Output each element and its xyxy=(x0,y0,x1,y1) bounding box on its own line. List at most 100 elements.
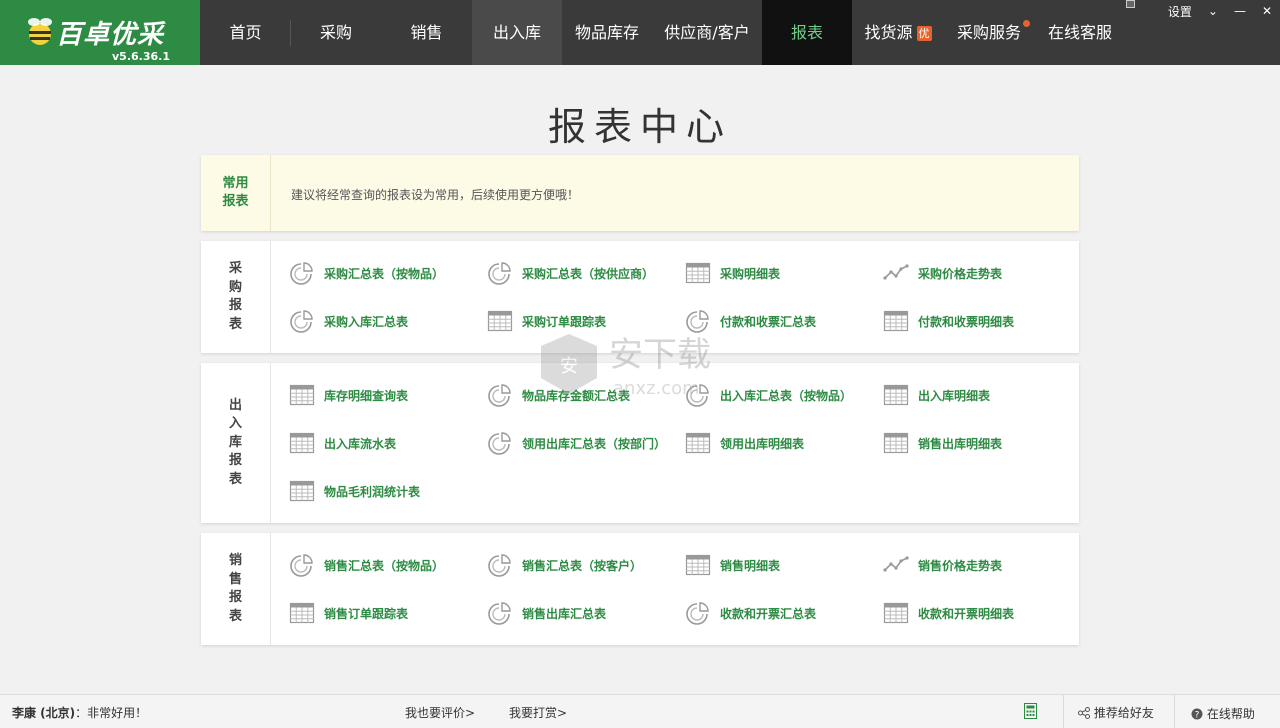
bee-logo-icon xyxy=(28,18,52,45)
report-label: 销售出库明细表 xyxy=(918,436,1003,451)
pie-chart-icon xyxy=(290,262,313,285)
side-char: 购 xyxy=(228,279,242,295)
side-char: 报 xyxy=(228,590,242,605)
pie-chart-icon xyxy=(488,262,511,285)
nav-home[interactable]: 首页 xyxy=(200,0,291,65)
table-grid-icon xyxy=(685,554,711,576)
report-link[interactable]: 采购汇总表（按供应商） xyxy=(487,259,654,287)
section-side-label: 采购报表 xyxy=(201,241,271,353)
page-title: 报表中心 xyxy=(547,105,732,149)
watermark-text: 安下载 xyxy=(609,335,711,375)
report-link[interactable]: 销售明细表 xyxy=(685,551,780,579)
side-char: 表 xyxy=(228,608,242,624)
nav-inventory[interactable]: 物品库存 xyxy=(562,0,652,65)
report-label: 销售汇总表（按物品） xyxy=(324,558,445,573)
report-link[interactable]: 库存明细查询表 xyxy=(289,381,408,409)
report-link[interactable]: 收款和开票汇总表 xyxy=(685,599,816,627)
line-trend-icon xyxy=(883,556,909,572)
pie-chart-icon xyxy=(290,310,313,333)
youxuan-badge: 优 xyxy=(916,26,932,41)
nav-label: 出入库 xyxy=(492,23,541,42)
chevron-down-icon[interactable]: ⌄ xyxy=(1200,4,1226,18)
report-link[interactable]: 采购价格走势表 xyxy=(883,259,1002,287)
report-label: 采购入库汇总表 xyxy=(324,314,409,329)
close-button[interactable]: ✕ xyxy=(1254,4,1280,18)
table-grid-icon xyxy=(685,432,711,454)
recommend-button[interactable]: 推荐给好友 xyxy=(1078,704,1154,721)
nav-online-service[interactable]: 在线客服 xyxy=(1034,0,1126,65)
report-link[interactable]: 销售汇总表（按客户） xyxy=(487,551,642,579)
report-link[interactable]: 销售出库汇总表 xyxy=(487,599,606,627)
side-text: 销售报表 xyxy=(229,552,243,626)
minimize-button[interactable]: — xyxy=(1226,4,1254,18)
report-link[interactable]: 付款和收票明细表 xyxy=(883,307,1014,335)
skin-icon[interactable] xyxy=(1126,0,1135,8)
table-grid-icon xyxy=(289,432,315,454)
user-name: 李康 (北京) xyxy=(12,706,76,720)
nav-sales[interactable]: 销售 xyxy=(381,0,472,65)
favorites-panel: 常用报表 建议将经常查询的报表设为常用，后续使用更方便哦！ xyxy=(201,155,1079,231)
window-controls: 设置 ⌄ — ✕ xyxy=(1160,0,1280,22)
report-label: 付款和收票明细表 xyxy=(918,314,1015,329)
nav-label: 采购服务 xyxy=(956,23,1021,42)
pie-chart-icon xyxy=(488,384,511,407)
nav-find-source[interactable]: 找货源优 xyxy=(852,0,944,65)
nav-label: 首页 xyxy=(229,23,262,42)
nav-label: 报表 xyxy=(790,23,823,42)
nav-purchase-service[interactable]: 采购服务 xyxy=(944,0,1034,65)
report-label: 销售价格走势表 xyxy=(918,558,1003,573)
tip-link[interactable]: 我要打赏> xyxy=(509,704,567,721)
watermark-glyph: 安 xyxy=(560,356,578,377)
sales-reports-panel: 销售报表 销售汇总表（按物品） 销售汇总表（按客户） 销售明细表 销售价格走势表销售订… xyxy=(201,533,1079,645)
app-version: v5.6.36.1 xyxy=(112,50,170,63)
report-label: 出入库流水表 xyxy=(324,436,397,451)
help-label: 在线帮助 xyxy=(1206,707,1255,721)
svg-text:?: ? xyxy=(1195,711,1200,721)
side-char: 报 xyxy=(228,298,242,313)
watermark-logo: 安 安下载 anxz.com xyxy=(541,334,711,399)
report-link[interactable]: 领用出库明细表 xyxy=(685,429,804,457)
side-char: 表 xyxy=(228,316,242,332)
report-link[interactable]: 采购入库汇总表 xyxy=(289,307,408,335)
side-text: 出入库报表 xyxy=(229,397,243,490)
report-link[interactable]: 销售价格走势表 xyxy=(883,551,1002,579)
report-label: 库存明细查询表 xyxy=(324,388,409,403)
report-link[interactable]: 出入库流水表 xyxy=(289,429,396,457)
nav-supplier-customer[interactable]: 供应商/客户 xyxy=(652,0,762,65)
side-char: 出 xyxy=(228,397,242,413)
report-link[interactable]: 销售汇总表（按物品） xyxy=(289,551,444,579)
help-button[interactable]: ? 在线帮助 xyxy=(1191,705,1255,722)
nav-purchase[interactable]: 采购 xyxy=(291,0,381,65)
side-char: 报 xyxy=(228,453,242,469)
share-icon xyxy=(1078,707,1090,719)
rate-link[interactable]: 我也要评价> xyxy=(405,704,475,721)
side-text: 常用报表 xyxy=(222,175,249,210)
side-char: 入 xyxy=(228,416,242,432)
pie-chart-icon xyxy=(488,602,511,625)
pie-chart-icon xyxy=(488,554,511,577)
report-link[interactable]: 采购汇总表（按物品） xyxy=(289,259,444,287)
report-label: 收款和开票明细表 xyxy=(918,606,1015,621)
section-side-label: 销售报表 xyxy=(201,533,271,645)
nav-label: 采购 xyxy=(319,23,352,42)
side-char: 销 xyxy=(228,553,242,568)
table-grid-icon xyxy=(883,384,909,406)
calculator-icon[interactable] xyxy=(1024,703,1037,719)
report-link[interactable]: 出入库明细表 xyxy=(883,381,990,409)
report-link[interactable]: 物品毛利润统计表 xyxy=(289,477,420,505)
report-link[interactable]: 领用出库汇总表（按部门） xyxy=(487,429,666,457)
report-link[interactable]: 采购明细表 xyxy=(685,259,780,287)
report-label: 采购汇总表（按物品） xyxy=(324,266,445,281)
notification-dot xyxy=(1023,20,1030,27)
nav-reports[interactable]: 报表 xyxy=(762,0,852,65)
report-link[interactable]: 销售订单跟踪表 xyxy=(289,599,408,627)
report-link[interactable]: 收款和开票明细表 xyxy=(883,599,1014,627)
pie-chart-icon xyxy=(686,602,709,625)
nav-inout-stock[interactable]: 出入库 xyxy=(472,0,562,65)
status-bar: 李康 (北京)：非常好用！ 我也要评价> 我要打赏> 推荐给好友 ? 在线帮助 xyxy=(0,694,1280,728)
table-grid-icon xyxy=(883,602,909,624)
table-grid-icon xyxy=(685,262,711,284)
report-link[interactable]: 销售出库明细表 xyxy=(883,429,1002,457)
settings-button[interactable]: 设置 xyxy=(1160,3,1200,20)
recommend-label: 推荐给好友 xyxy=(1093,706,1154,720)
